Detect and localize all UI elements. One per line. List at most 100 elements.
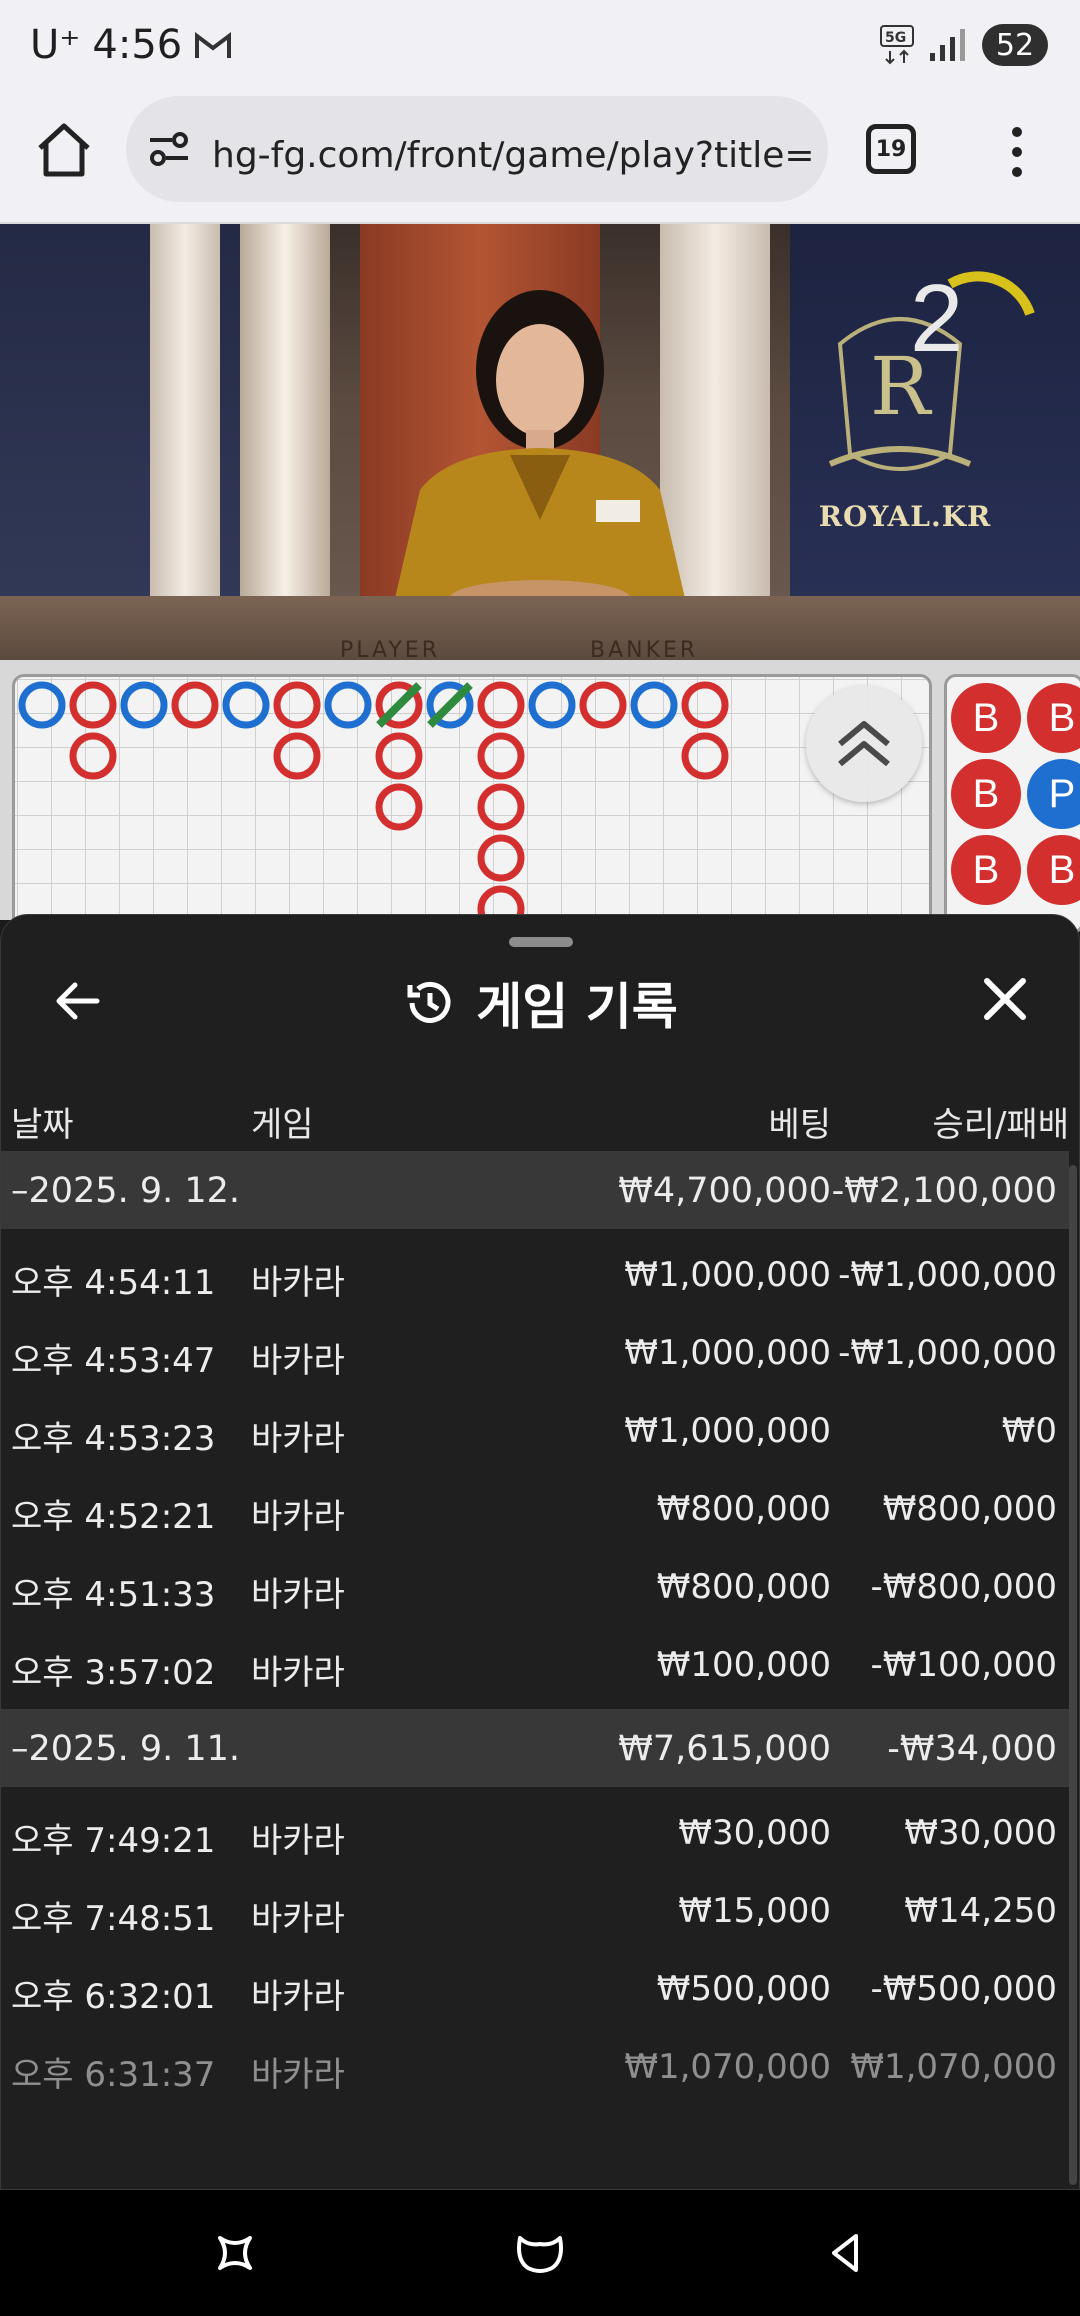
row-time: 오후 7:48:51: [11, 1899, 216, 1939]
brand-watermark: ROYAL.KR: [818, 500, 992, 533]
history-row[interactable]: 오후 4:53:47 바카라 ₩1,000,000 -₩1,000,000: [1, 1313, 1069, 1391]
row-result: ₩30,000: [904, 1813, 1057, 1853]
sheet-title: 게임 기록: [1, 967, 1079, 1041]
home-nav-icon[interactable]: [514, 2230, 566, 2276]
status-time: 4:56: [92, 22, 183, 68]
signal-icon: [930, 29, 965, 61]
back-nav-icon[interactable]: [822, 2230, 868, 2276]
video-pillar: [240, 224, 330, 660]
baccarat-table: [0, 596, 1080, 660]
video-pillar: [150, 224, 220, 660]
row-bet: ₩800,000: [656, 1567, 831, 1607]
table-player-label: PLAYER: [340, 638, 440, 660]
history-row[interactable]: 오후 6:31:37 바카라 ₩1,070,000 ₩1,070,000: [1, 2027, 1069, 2105]
column-header-date: 날짜: [11, 1105, 74, 1145]
row-time: 오후 4:52:21: [11, 1497, 216, 1537]
row-result: ₩14,250: [904, 1891, 1057, 1931]
history-row[interactable]: 오후 4:54:11 바카라 ₩1,000,000 -₩1,000,000: [1, 1235, 1069, 1313]
expand-roadmap-button[interactable]: [806, 686, 922, 802]
recent-apps-icon[interactable]: [212, 2230, 258, 2276]
row-time: 오후 4:53:23: [11, 1419, 216, 1459]
roadmap-scoreboard: B B B P B B: [0, 660, 1080, 934]
row-time: 오후 3:57:02: [11, 1653, 216, 1693]
row-game: 바카라: [251, 1263, 345, 1303]
gmail-icon: [195, 32, 232, 58]
history-row[interactable]: 오후 4:51:33 바카라 ₩800,000 -₩800,000: [1, 1547, 1069, 1625]
home-icon[interactable]: [32, 118, 96, 182]
big-road[interactable]: [12, 674, 932, 934]
row-result: -₩800,000: [870, 1567, 1058, 1607]
battery-indicator: 52: [982, 24, 1048, 66]
history-table-header: 날짜 게임 베팅 승리/패배: [1, 1087, 1079, 1151]
history-row[interactable]: 오후 4:53:23 바카라 ₩1,000,000 ₩0: [1, 1391, 1069, 1469]
group-bet-total: ₩7,615,000: [618, 1729, 831, 1769]
group-bet-total: ₩4,700,000: [618, 1171, 831, 1211]
status-bar: U⁺ 4:56 5G 52: [0, 0, 1080, 90]
row-time: 오후 7:49:21: [11, 1821, 216, 1861]
row-bet: ₩1,070,000: [624, 2047, 831, 2087]
row-game: 바카라: [251, 1419, 345, 1459]
column-header-bet: 베팅: [768, 1105, 831, 1145]
table-banker-label: BANKER: [590, 638, 699, 660]
row-result: -₩100,000: [870, 1645, 1058, 1685]
row-bet: ₩30,000: [678, 1813, 831, 1853]
history-row[interactable]: 오후 6:32:01 바카라 ₩500,000 -₩500,000: [1, 1949, 1069, 2027]
network-5g-icon: 5G: [880, 25, 914, 65]
history-row[interactable]: 오후 3:57:02 바카라 ₩100,000 -₩100,000: [1, 1625, 1069, 1703]
row-result: -₩1,000,000: [838, 1333, 1057, 1373]
video-wall-left: [0, 224, 260, 660]
bead-banker: B: [1027, 683, 1080, 753]
row-game: 바카라: [251, 2055, 345, 2095]
row-bet: ₩15,000: [678, 1891, 831, 1931]
row-time: 오후 4:51:33: [11, 1575, 216, 1615]
date-group-header[interactable]: –2025. 9. 12. ₩4,700,000 -₩2,100,000: [1, 1151, 1069, 1229]
row-bet: ₩100,000: [656, 1645, 831, 1685]
live-video-stream[interactable]: R ROYAL.KR 2 PLAYER BANKER: [0, 224, 1080, 660]
game-history-sheet: 게임 기록 날짜 게임 베팅 승리/패배 –2025. 9. 12. ₩4,70…: [0, 914, 1080, 2190]
row-bet: ₩500,000: [656, 1969, 831, 2009]
bead-plate[interactable]: B B B P B B: [944, 674, 1080, 934]
site-settings-icon[interactable]: [146, 126, 192, 172]
browser-toolbar: hg-fg.com/front/game/play?title=에볼루 19: [0, 90, 1080, 224]
round-countdown: 2: [910, 265, 964, 372]
battery-level: 52: [995, 27, 1035, 63]
bead-banker: B: [1027, 835, 1080, 905]
url-text[interactable]: hg-fg.com/front/game/play?title=에볼루: [212, 126, 812, 178]
history-scrollbar[interactable]: [1069, 1165, 1077, 2185]
more-menu-icon[interactable]: [1000, 124, 1034, 180]
history-row[interactable]: 오후 7:48:51 바카라 ₩15,000 ₩14,250: [1, 1871, 1069, 1949]
sheet-drag-handle[interactable]: [509, 937, 573, 947]
svg-text:5G: 5G: [885, 30, 906, 46]
group-result-total: -₩2,100,000: [831, 1171, 1057, 1211]
row-time: 오후 6:31:37: [11, 2055, 216, 2095]
history-icon: [407, 981, 451, 1023]
bead-banker: B: [951, 683, 1021, 753]
tab-switcher-button[interactable]: 19: [866, 124, 916, 174]
row-result: ₩1,070,000: [850, 2047, 1057, 2087]
address-bar[interactable]: hg-fg.com/front/game/play?title=에볼루: [126, 96, 828, 202]
row-result: -₩500,000: [870, 1969, 1058, 2009]
row-time: 오후 4:54:11: [11, 1263, 216, 1303]
close-icon[interactable]: [981, 975, 1029, 1023]
history-row[interactable]: 오후 4:52:21 바카라 ₩800,000 ₩800,000: [1, 1469, 1069, 1547]
row-time: 오후 6:32:01: [11, 1977, 216, 2017]
row-game: 바카라: [251, 1575, 345, 1615]
bead-banker: B: [951, 759, 1021, 829]
sheet-title-text: 게임 기록: [476, 978, 678, 1036]
tab-count: 19: [875, 136, 907, 162]
double-chevron-up-icon: [838, 721, 890, 767]
row-result: ₩0: [1001, 1411, 1057, 1451]
group-result-total: -₩34,000: [887, 1729, 1057, 1769]
row-bet: ₩1,000,000: [624, 1333, 831, 1373]
group-date: –2025. 9. 12.: [11, 1171, 241, 1211]
row-bet: ₩1,000,000: [624, 1255, 831, 1295]
date-group-header[interactable]: –2025. 9. 11. ₩7,615,000 -₩34,000: [1, 1709, 1069, 1787]
group-date: –2025. 9. 11.: [11, 1729, 241, 1769]
row-game: 바카라: [251, 1899, 345, 1939]
row-result: ₩800,000: [882, 1489, 1057, 1529]
history-row[interactable]: 오후 7:49:21 바카라 ₩30,000 ₩30,000: [1, 1793, 1069, 1871]
system-nav-bar: [0, 2190, 1080, 2316]
row-bet: ₩800,000: [656, 1489, 831, 1529]
column-header-result: 승리/패배: [932, 1105, 1069, 1145]
bead-player: P: [1027, 759, 1080, 829]
